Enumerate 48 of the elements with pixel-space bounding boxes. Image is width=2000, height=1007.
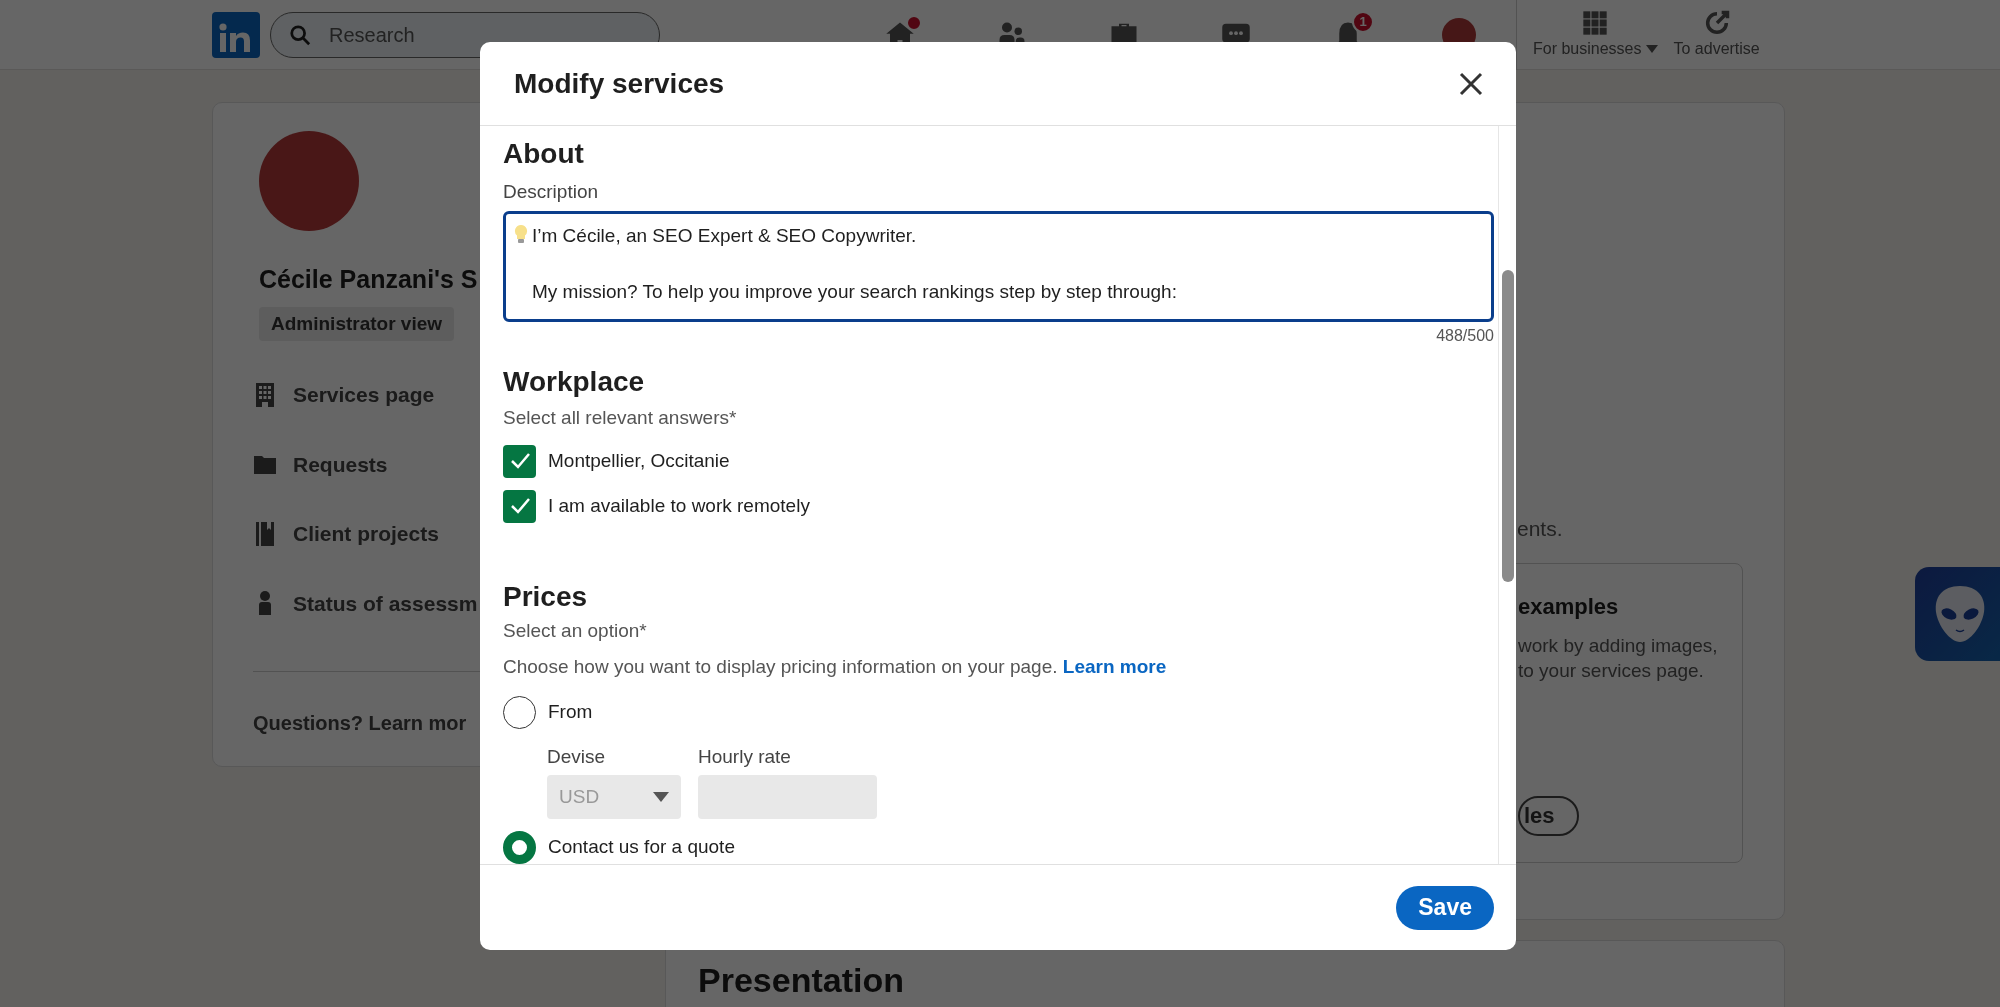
sidebar-item[interactable]: Requests <box>253 448 388 480</box>
character-counter: 488/500 <box>1436 326 1494 346</box>
examples-text: work by adding images, <box>1518 633 1719 658</box>
caret-icon <box>1645 44 1658 53</box>
section-heading: About <box>503 138 585 170</box>
examples-text: to your services page. <box>1518 658 1705 683</box>
sidebar-item[interactable]: Services page <box>253 379 435 411</box>
checkbox[interactable] <box>503 489 536 523</box>
radio-label: From <box>548 699 593 724</box>
caret-icon <box>653 792 669 802</box>
admin-view-badge: Administrator view <box>259 306 455 341</box>
presentation-heading: Presentation <box>698 960 905 1001</box>
field-label: Hourly rate <box>698 744 792 769</box>
learn-more-link[interactable]: Learn more <box>1062 656 1167 677</box>
book-icon <box>253 520 277 547</box>
field-label: Devise <box>547 744 607 769</box>
radio-button[interactable] <box>503 695 536 729</box>
advertise-link[interactable]: To advertise <box>1673 8 1760 61</box>
checkbox-label: Montpellier, Occitanie <box>548 448 730 473</box>
sidebar-item[interactable]: Client projects <box>253 518 439 550</box>
examples-title: examples <box>1518 592 1620 621</box>
description-text: ents. <box>1516 516 1564 542</box>
page-name: Cécile Panzani's S <box>259 264 478 295</box>
add-examples-button[interactable]: les <box>1518 795 1579 836</box>
logo-icon[interactable] <box>212 11 260 58</box>
radio-button[interactable] <box>503 831 536 864</box>
notification-badge: 1 <box>1352 10 1374 33</box>
lightbulb-icon <box>514 223 528 244</box>
checkbox-label: I am available to work remotely <box>548 493 810 518</box>
field-label: Description <box>503 180 600 204</box>
search-icon <box>289 23 311 46</box>
pricing-description: Choose how you want to display pricing information on your page. Learn more <box>503 655 1168 679</box>
for-businesses-menu[interactable]: For businesses <box>1533 8 1658 61</box>
questions-link[interactable]: Questions? Learn mor <box>253 708 467 738</box>
section-heading: Prices <box>503 580 589 613</box>
assistant-widget[interactable] <box>1915 567 2000 661</box>
scrollbar[interactable] <box>1498 126 1516 864</box>
modal-title: Modify services <box>514 66 725 101</box>
sidebar-item[interactable]: Status of assessm <box>253 587 478 619</box>
section-heading: Workplace <box>503 366 646 398</box>
field-hint: Select an option* <box>503 618 648 643</box>
field-hint: Select all relevant answers* <box>503 406 738 430</box>
grid-icon <box>1581 8 1610 37</box>
description-field[interactable]: I’m Cécile, an SEO Expert & SEO Copywriter. My mission? To help you improve your search rankings step by step through: <box>503 210 1494 322</box>
radio-label: Contact us for a quote <box>548 835 735 860</box>
save-button[interactable]: Save <box>1396 885 1494 930</box>
building-icon <box>253 381 277 408</box>
checkbox[interactable] <box>503 444 536 478</box>
